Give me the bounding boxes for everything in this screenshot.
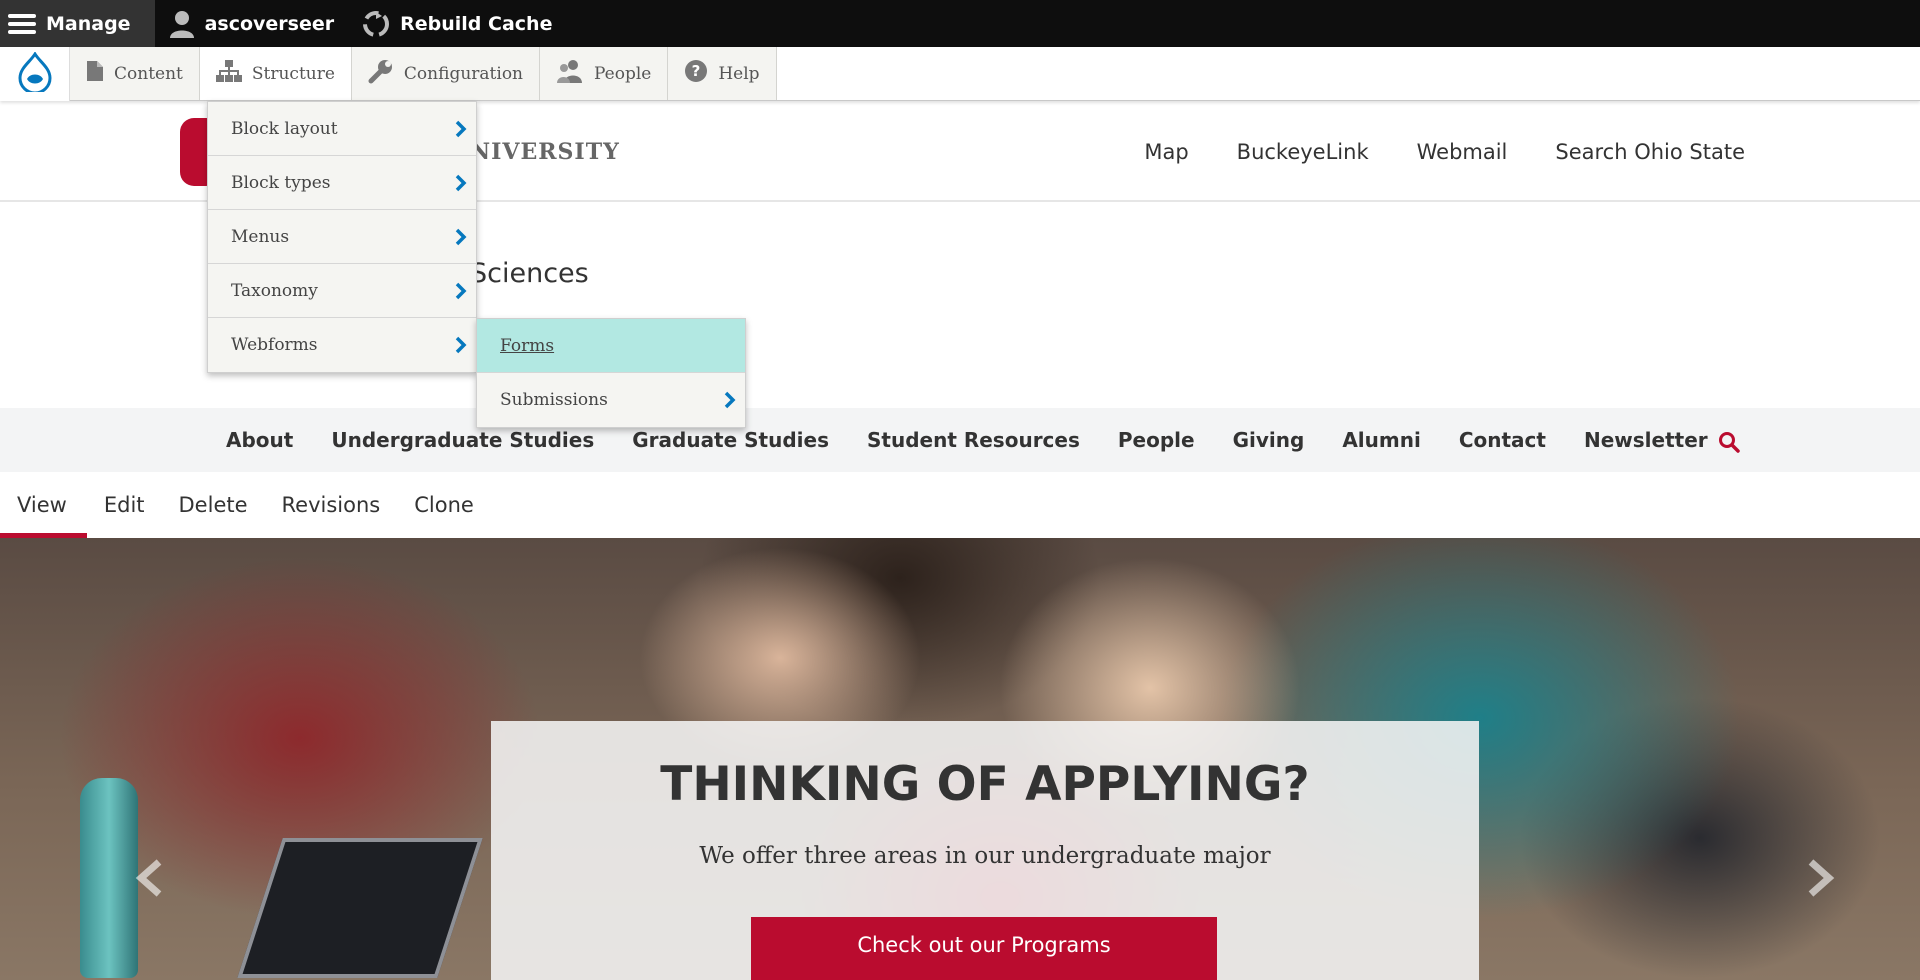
tab-view[interactable]: View (0, 472, 87, 538)
chevron-right-icon (455, 282, 467, 299)
menu-item-webforms[interactable]: Webforms (208, 318, 476, 372)
menu-item-block-types-label: Block types (231, 172, 331, 193)
drupal-drop-icon (17, 50, 52, 97)
site-name[interactable]: Sciences (470, 258, 589, 289)
menu-item-submissions[interactable]: Submissions (477, 373, 745, 427)
nav-about[interactable]: About (226, 428, 293, 452)
recycle-icon (362, 10, 390, 38)
university-wordmark: NIVERSITY (470, 139, 620, 165)
chevron-right-icon (455, 228, 467, 245)
toolbar-help-label: Help (718, 63, 760, 84)
menu-item-menus[interactable]: Menus (208, 210, 476, 264)
chevron-right-icon (455, 336, 467, 354)
structure-dropdown-menu: Block layout Block types Menus Taxonomy … (207, 101, 477, 373)
nav-contact[interactable]: Contact (1459, 428, 1546, 452)
chevron-right-icon (724, 391, 736, 409)
toolbar-spacer (776, 47, 1920, 100)
chevron-right-icon (455, 174, 467, 191)
rebuild-cache-button[interactable]: Rebuild Cache (348, 0, 566, 47)
toolbar-people[interactable]: People (540, 47, 669, 100)
header-link-map[interactable]: Map (1144, 140, 1188, 164)
hero-photo-laptop (237, 838, 483, 978)
header-link-search-ohio-state[interactable]: Search Ohio State (1555, 140, 1745, 164)
svg-text:?: ? (692, 62, 701, 80)
user-name-label: ascoverseer (204, 12, 335, 35)
file-icon (86, 60, 104, 87)
chevron-right-icon (455, 120, 467, 137)
user-icon (169, 10, 195, 38)
menu-item-submissions-label: Submissions (500, 390, 608, 410)
sitemap-icon (215, 60, 242, 87)
menu-item-forms[interactable]: Forms (477, 319, 745, 373)
nav-graduate-studies[interactable]: Graduate Studies (632, 428, 829, 452)
carousel-prev-arrow-icon[interactable] (133, 858, 167, 898)
drupal-home-link[interactable] (0, 47, 70, 101)
toolbar-structure[interactable]: Structure (199, 47, 352, 100)
admin-toolbar: Manage ascoverseer Rebuild Cache (0, 0, 1920, 47)
user-account-button[interactable]: ascoverseer (155, 0, 349, 47)
hamburger-icon (8, 12, 36, 36)
tab-revisions[interactable]: Revisions (265, 472, 398, 538)
hero-carousel: THINKING OF APPLYING? We offer three are… (0, 538, 1920, 980)
menu-item-menus-label: Menus (231, 226, 290, 247)
hero-callout-panel: THINKING OF APPLYING? We offer three are… (491, 721, 1479, 980)
wrench-icon (368, 58, 394, 89)
nav-people[interactable]: People (1118, 428, 1195, 452)
menu-item-forms-label: Forms (500, 335, 555, 356)
nav-alumni[interactable]: Alumni (1342, 428, 1421, 452)
toolbar-content[interactable]: Content (70, 47, 200, 100)
menu-item-block-layout[interactable]: Block layout (208, 102, 476, 156)
hero-subtitle: We offer three areas in our undergraduat… (699, 843, 1271, 869)
header-link-buckeyelink[interactable]: BuckeyeLink (1237, 140, 1369, 164)
menu-item-block-types[interactable]: Block types (208, 156, 476, 210)
webforms-submenu: Forms Submissions (476, 318, 746, 428)
manage-button[interactable]: Manage (0, 0, 155, 47)
toolbar-configuration[interactable]: Configuration (351, 47, 540, 100)
tab-edit[interactable]: Edit (87, 472, 162, 538)
menu-item-taxonomy[interactable]: Taxonomy (208, 264, 476, 318)
main-navigation: About Undergraduate Studies Graduate Stu… (0, 408, 1920, 472)
nav-undergraduate-studies[interactable]: Undergraduate Studies (331, 428, 594, 452)
toolbar-tray: Content Structure Configuration People ?… (0, 47, 1920, 101)
toolbar-people-label: People (594, 63, 652, 84)
help-icon: ? (684, 59, 708, 88)
toolbar-structure-label: Structure (251, 63, 335, 84)
toolbar-help[interactable]: ? Help (668, 47, 777, 100)
check-programs-button[interactable]: Check out our Programs (751, 917, 1217, 980)
hero-title: THINKING OF APPLYING? (660, 757, 1310, 812)
carousel-next-arrow-icon[interactable] (1803, 858, 1837, 898)
nav-giving[interactable]: Giving (1233, 428, 1305, 452)
search-icon[interactable] (1717, 430, 1741, 454)
menu-item-taxonomy-label: Taxonomy (231, 280, 318, 301)
toolbar-content-label: Content (114, 63, 183, 84)
menu-item-webforms-label: Webforms (231, 335, 318, 355)
tab-delete[interactable]: Delete (162, 472, 265, 538)
local-tasks-tabs: View Edit Delete Revisions Clone (0, 472, 1920, 538)
nav-newsletter[interactable]: Newsletter (1584, 428, 1708, 452)
toolbar-configuration-label: Configuration (403, 63, 523, 84)
hero-photo-bottle (80, 778, 138, 978)
menu-item-block-layout-label: Block layout (231, 118, 338, 139)
people-icon (556, 59, 584, 88)
tab-clone[interactable]: Clone (397, 472, 491, 538)
nav-student-resources[interactable]: Student Resources (867, 428, 1080, 452)
manage-label: Manage (46, 12, 131, 35)
rebuild-cache-label: Rebuild Cache (400, 12, 553, 35)
university-links: Map BuckeyeLink Webmail Search Ohio Stat… (1144, 101, 1745, 202)
header-link-webmail[interactable]: Webmail (1417, 140, 1508, 164)
